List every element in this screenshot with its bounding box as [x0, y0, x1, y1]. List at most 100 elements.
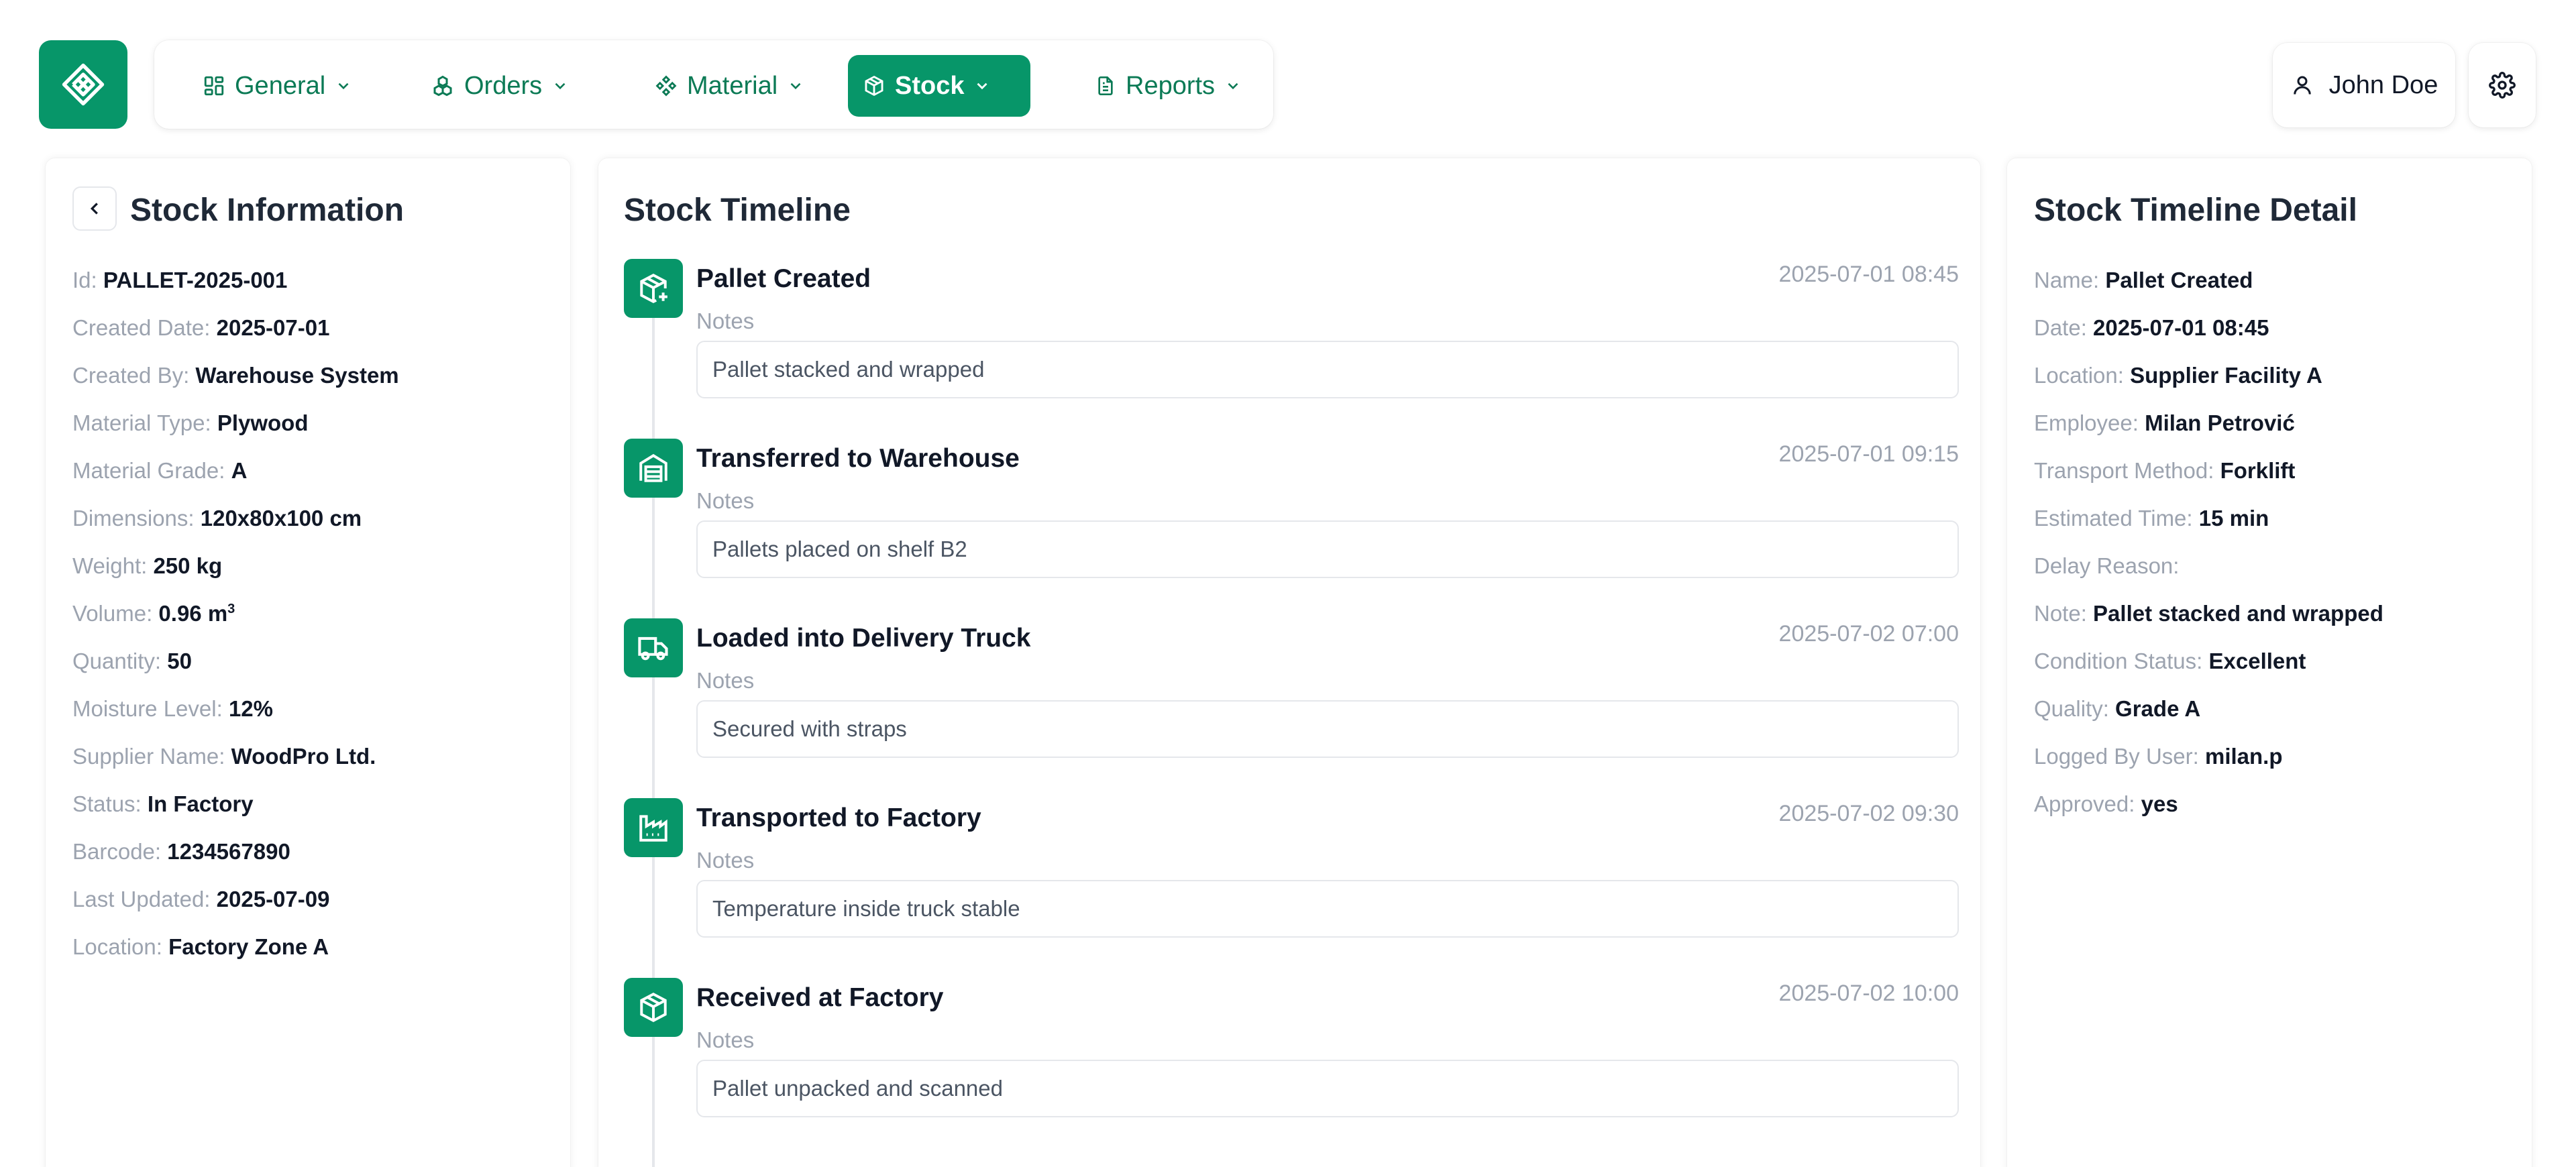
factory-icon	[639, 815, 667, 842]
timeline-notes-label: Notes	[696, 488, 755, 513]
nav-general[interactable]: General	[188, 55, 367, 117]
timeline-entry[interactable]: Pallet Created 2025-07-01 08:45 Notes Pa…	[624, 259, 1959, 420]
nav-reports[interactable]: Reports	[1080, 55, 1256, 117]
nav-reports-label: Reports	[1126, 71, 1216, 100]
truck-icon	[638, 636, 668, 661]
timeline-notes-field[interactable]: Pallets placed on shelf B2	[696, 520, 1959, 578]
package-plus-icon	[640, 273, 667, 304]
document-icon	[1098, 76, 1113, 95]
warehouse-icon	[639, 453, 667, 482]
field-volume: Volume: 0.96 m3	[72, 601, 235, 626]
timeline-entry-name: Pallet Created	[696, 264, 871, 293]
field-last-updated: Last Updated: 2025-07-09	[72, 887, 330, 911]
field-weight: Weight: 250 kg	[72, 553, 223, 578]
timeline-entry-date: 2025-07-02 07:00	[1778, 621, 1959, 647]
gear-icon	[2489, 72, 2516, 99]
timeline-entry-name: Transported to Factory	[696, 803, 981, 832]
field-quantity: Quantity: 50	[72, 649, 192, 673]
detail-field-logged-by-user: Logged By User: milan.p	[2034, 744, 2283, 769]
app-logo[interactable]	[39, 40, 127, 129]
detail-field-quality: Quality: Grade A	[2034, 696, 2201, 721]
nav-orders-label: Orders	[464, 71, 543, 100]
stock-information-title: Stock Information	[130, 192, 405, 228]
timeline-entry[interactable]: Received at Factory 2025-07-02 10:00 Not…	[624, 978, 1959, 1139]
timeline-notes-field[interactable]: Secured with straps	[696, 700, 1959, 758]
stock-information-panel: Stock Information Id: PALLET-2025-001 Cr…	[46, 158, 570, 1167]
nav-stock-label: Stock	[895, 71, 965, 100]
chevron-down-icon	[977, 82, 987, 90]
field-created-by: Created By: Warehouse System	[72, 363, 399, 388]
chevron-left-icon	[90, 203, 98, 215]
chevron-down-icon	[338, 82, 349, 90]
chevron-down-icon	[1228, 82, 1238, 90]
boxes-icon	[433, 75, 452, 97]
field-id: Id: PALLET-2025-001	[72, 268, 288, 292]
timeline-entry-name: Loaded into Delivery Truck	[696, 624, 1031, 653]
timeline-notes-label: Notes	[696, 309, 755, 333]
detail-field-date: Date: 2025-07-01 08:45	[2034, 315, 2269, 340]
timeline-entry-icon	[624, 618, 683, 677]
timeline-notes-field[interactable]: Pallet unpacked and scanned	[696, 1060, 1959, 1117]
timeline-detail-fields: Name: Pallet Created Date: 2025-07-01 08…	[2034, 256, 2383, 828]
field-material-grade: Material Grade: A	[72, 458, 248, 483]
user-menu-button[interactable]: John Doe	[2273, 43, 2455, 127]
package-check-icon	[640, 992, 667, 1023]
main-nav: General Orders Material Stock Reports	[154, 40, 1273, 129]
detail-field-location: Location: Supplier Facility A	[2034, 363, 2322, 388]
diamond-grid-icon	[62, 63, 105, 106]
detail-field-estimated-time: Estimated Time: 15 min	[2034, 506, 2269, 531]
timeline-entry[interactable]: Transferred to Warehouse 2025-07-01 09:1…	[624, 439, 1959, 600]
field-created-date: Created Date: 2025-07-01	[72, 315, 330, 340]
timeline-entry[interactable]: Transported to Factory 2025-07-02 09:30 …	[624, 798, 1959, 959]
stock-timeline-title: Stock Timeline	[624, 192, 851, 228]
detail-field-delay-reason: Delay Reason:	[2034, 553, 2180, 578]
component-icon	[655, 75, 677, 97]
stock-timeline-panel: Stock Timeline Pallet Created 2025-07-01…	[598, 158, 1980, 1167]
timeline-entry-icon	[624, 798, 683, 857]
user-icon	[2293, 76, 2311, 95]
field-supplier-name: Supplier Name: WoodPro Ltd.	[72, 744, 376, 769]
timeline-notes-label: Notes	[696, 668, 755, 693]
nav-stock[interactable]: Stock	[848, 55, 1030, 117]
detail-field-note: Note: Pallet stacked and wrapped	[2034, 601, 2383, 626]
back-button[interactable]	[72, 186, 117, 231]
chevron-down-icon	[790, 82, 801, 90]
grid-icon	[204, 76, 224, 96]
settings-button[interactable]	[2469, 43, 2536, 127]
detail-field-transport-method: Transport Method: Forklift	[2034, 458, 2296, 483]
package-icon	[865, 75, 883, 97]
nav-material[interactable]: Material	[640, 55, 819, 117]
timeline-entry-date: 2025-07-02 09:30	[1778, 801, 1959, 826]
timeline-entry-icon	[624, 978, 683, 1037]
detail-field-name: Name: Pallet Created	[2034, 268, 2253, 292]
timeline-notes-label: Notes	[696, 848, 755, 873]
field-dimensions: Dimensions: 120x80x100 cm	[72, 506, 362, 531]
timeline-entry-date: 2025-07-01 09:15	[1778, 441, 1959, 467]
nav-orders[interactable]: Orders	[416, 55, 584, 117]
timeline-entry-icon	[624, 259, 683, 318]
field-moisture-level: Moisture Level: 12%	[72, 696, 273, 721]
timeline-entry-name: Transferred to Warehouse	[696, 444, 1020, 473]
detail-field-employee: Employee: Milan Petrović	[2034, 410, 2295, 435]
detail-field-condition-status: Condition Status: Excellent	[2034, 649, 2306, 673]
user-name: John Doe	[2328, 70, 2438, 99]
timeline-notes-field[interactable]: Temperature inside truck stable	[696, 880, 1959, 938]
field-material-type: Material Type: Plywood	[72, 410, 309, 435]
nav-material-label: Material	[687, 71, 778, 100]
timeline-entry[interactable]: Loaded into Delivery Truck 2025-07-02 07…	[624, 618, 1959, 779]
nav-general-label: General	[235, 71, 326, 100]
timeline-notes-label: Notes	[696, 1027, 755, 1052]
chevron-down-icon	[555, 82, 566, 90]
timeline-entry-icon	[624, 439, 683, 498]
field-location: Location: Factory Zone A	[72, 934, 329, 959]
timeline-entry-name: Received at Factory	[696, 983, 944, 1012]
field-barcode: Barcode: 1234567890	[72, 839, 290, 864]
stock-timeline-detail-panel: Stock Timeline Detail Name: Pallet Creat…	[2007, 158, 2532, 1167]
stock-information-fields: Id: PALLET-2025-001 Created Date: 2025-0…	[72, 256, 399, 970]
timeline-entry-date: 2025-07-02 10:00	[1778, 981, 1959, 1006]
field-status: Status: In Factory	[72, 791, 254, 816]
timeline-entry-date: 2025-07-01 08:45	[1778, 262, 1959, 287]
timeline-notes-field[interactable]: Pallet stacked and wrapped	[696, 341, 1959, 398]
detail-field-approved: Approved: yes	[2034, 791, 2178, 816]
stock-timeline-detail-title: Stock Timeline Detail	[2034, 192, 2357, 228]
